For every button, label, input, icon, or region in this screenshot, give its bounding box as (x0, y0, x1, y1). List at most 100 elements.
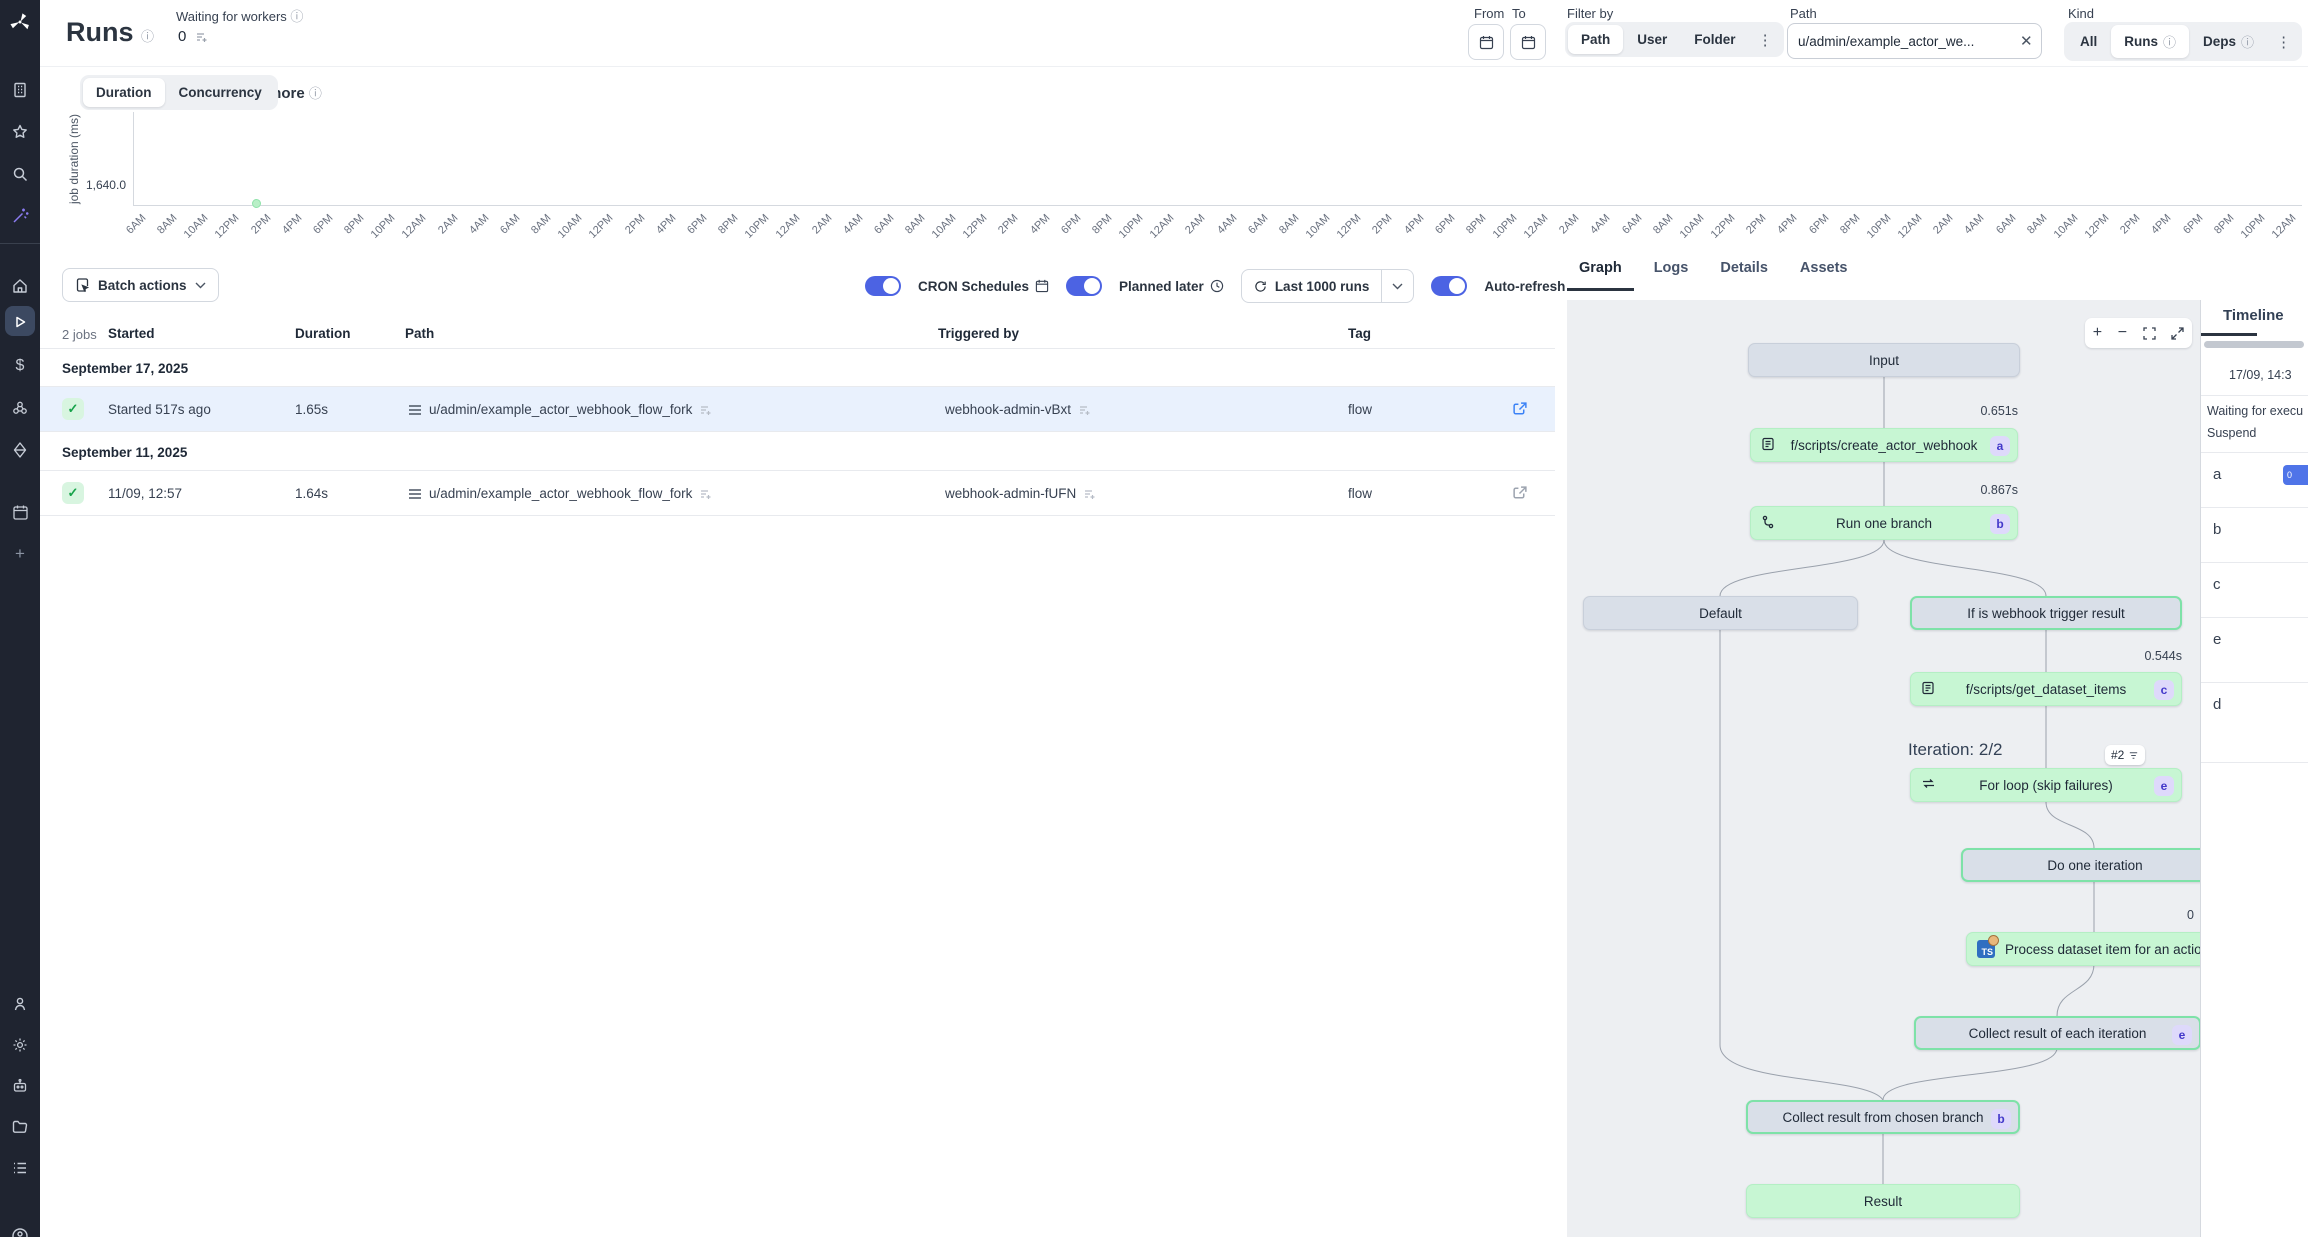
x-tick-label: 4PM (1775, 212, 1799, 236)
tab-filter-user[interactable]: User (1624, 25, 1680, 54)
y-axis-line (133, 112, 134, 205)
tab-concurrency[interactable]: Concurrency (166, 78, 275, 107)
node-if-branch[interactable]: If is webhook trigger result (1910, 596, 2182, 630)
kebab-menu-icon[interactable]: ⋮ (2268, 33, 2299, 51)
tab-filter-folder[interactable]: Folder (1681, 25, 1748, 54)
avatar[interactable] (0, 1222, 40, 1237)
cell-path[interactable]: u/admin/example_actor_webhook_flow_fork (408, 486, 711, 501)
node-do-one-iteration[interactable]: Do one iteration (1961, 848, 2200, 882)
filter-plus-icon[interactable] (699, 488, 711, 500)
node-input[interactable]: Input (1748, 343, 2020, 377)
robot-icon[interactable] (0, 1072, 40, 1100)
tab-graph[interactable]: Graph (1567, 252, 1634, 291)
tab-kind-deps[interactable]: Depsⓘ (2190, 25, 2267, 58)
star-icon[interactable] (0, 118, 40, 146)
zoom-out-icon[interactable]: − (2118, 324, 2127, 342)
cell-path[interactable]: u/admin/example_actor_webhook_flow_fork (408, 402, 711, 417)
tab-kind-runs[interactable]: Runsⓘ (2111, 25, 2189, 58)
col-tag[interactable]: Tag (1348, 326, 1371, 341)
variable-gem-icon[interactable] (0, 436, 40, 464)
windmill-logo-icon[interactable] (0, 8, 40, 36)
tab-details[interactable]: Details (1708, 252, 1780, 291)
dollar-icon[interactable]: $ (0, 352, 40, 380)
auto-refresh-toggle[interactable] (1431, 276, 1467, 296)
timeline-scrollbar[interactable] (2204, 341, 2304, 348)
x-tick-label: 8PM (716, 212, 740, 236)
info-icon[interactable]: ⓘ (141, 29, 154, 44)
step-badge: c (2154, 680, 2174, 700)
folder-icon[interactable] (0, 1113, 40, 1141)
node-get-dataset-items[interactable]: f/scripts/get_dataset_items c (1910, 672, 2182, 706)
timeline-bar[interactable]: 0 (2283, 465, 2308, 485)
fit-view-icon[interactable] (2143, 327, 2156, 340)
iteration-picker[interactable]: #2 (2105, 745, 2145, 765)
node-result[interactable]: Result (1746, 1184, 2020, 1218)
home-icon[interactable] (0, 272, 40, 300)
node-default-branch[interactable]: Default (1583, 596, 1858, 630)
info-icon: ⓘ (2163, 32, 2176, 51)
tab-logs[interactable]: Logs (1642, 252, 1701, 291)
filter-plus-icon[interactable] (699, 404, 711, 416)
col-triggered-by[interactable]: Triggered by (938, 326, 1019, 341)
table-row[interactable] (40, 471, 1555, 515)
to-date-button[interactable] (1510, 24, 1546, 60)
calendar-icon[interactable] (0, 498, 40, 526)
col-duration[interactable]: Duration (295, 326, 351, 341)
flow-graph-canvas[interactable]: + − Input 0.651s f/scripts/create_actor_… (1567, 300, 2200, 1237)
x-tick-label: 6PM (1807, 212, 1831, 236)
run-dot[interactable] (252, 199, 261, 208)
cron-schedules-toggle[interactable] (865, 276, 901, 296)
filter-plus-icon[interactable] (1078, 404, 1090, 416)
info-icon[interactable]: ⓘ (290, 9, 303, 24)
kebab-menu-icon[interactable]: ⋮ (1750, 31, 1781, 49)
tab-filter-path[interactable]: Path (1568, 25, 1623, 54)
tab-duration[interactable]: Duration (83, 78, 165, 107)
x-tick-label: 4AM (467, 212, 491, 236)
filter-plus-icon[interactable] (195, 31, 207, 43)
col-started[interactable]: Started (108, 326, 155, 341)
x-tick-label: 4AM (841, 212, 865, 236)
search-icon[interactable] (0, 160, 40, 188)
batch-actions-button[interactable]: Batch actions (62, 268, 219, 302)
node-for-loop[interactable]: For loop (skip failures) e (1910, 768, 2182, 802)
timeline-panel: Timeline 17/09, 14:3 Waiting for execu S… (2200, 300, 2308, 1237)
open-run-external-icon[interactable] (1512, 401, 1528, 417)
path-filter-input[interactable] (1787, 23, 2042, 59)
magic-wand-icon[interactable] (0, 202, 40, 230)
chevron-down-icon (195, 282, 206, 289)
x-tick-label: 4AM (1962, 212, 1986, 236)
col-path[interactable]: Path (405, 326, 434, 341)
person-icon[interactable] (0, 990, 40, 1018)
runs-range-button[interactable]: Last 1000 runs (1241, 269, 1383, 303)
x-tick-label: 12PM (587, 212, 616, 241)
node-process-dataset-item[interactable]: TS Process dataset item for an action (1966, 932, 2200, 966)
worker-group-icon[interactable] (0, 394, 40, 422)
building-icon[interactable] (0, 76, 40, 104)
from-date-button[interactable] (1468, 24, 1504, 60)
expand-icon[interactable] (2171, 327, 2184, 340)
node-collect-result-iteration[interactable]: Collect result of each iteration e (1914, 1016, 2200, 1050)
tab-assets[interactable]: Assets (1788, 252, 1860, 291)
page-title: Runs ⓘ (66, 17, 154, 48)
node-run-one-branch[interactable]: Run one branch b (1750, 506, 2018, 540)
open-run-external-icon[interactable] (1512, 485, 1528, 501)
table-row[interactable] (40, 387, 1555, 431)
zoom-in-icon[interactable]: + (2093, 324, 2102, 342)
plus-icon[interactable]: + (0, 540, 40, 568)
filter-plus-icon[interactable] (1083, 488, 1095, 500)
planned-later-toggle[interactable] (1066, 276, 1102, 296)
clear-path-icon[interactable]: ✕ (2020, 32, 2033, 50)
node-create-actor-webhook[interactable]: f/scripts/create_actor_webhook a (1750, 428, 2018, 462)
runs-toolbar-right: CRON Schedules Planned later Last 1000 r… (865, 268, 1565, 304)
calendar-icon (1035, 279, 1049, 293)
play-runs-icon[interactable] (0, 308, 40, 336)
runs-range-dropdown[interactable] (1382, 269, 1414, 303)
x-tick-label: 6PM (2181, 212, 2205, 236)
gear-icon[interactable] (0, 1031, 40, 1059)
list-icon[interactable] (0, 1154, 40, 1182)
x-tick-label: 12AM (1896, 212, 1925, 241)
node-collect-result-branch[interactable]: Collect result from chosen branch b (1746, 1100, 2020, 1134)
y-axis-tick: 1,640.0 (66, 178, 126, 192)
timeline-title[interactable]: Timeline (2223, 307, 2284, 324)
tab-kind-all[interactable]: All (2067, 27, 2110, 56)
